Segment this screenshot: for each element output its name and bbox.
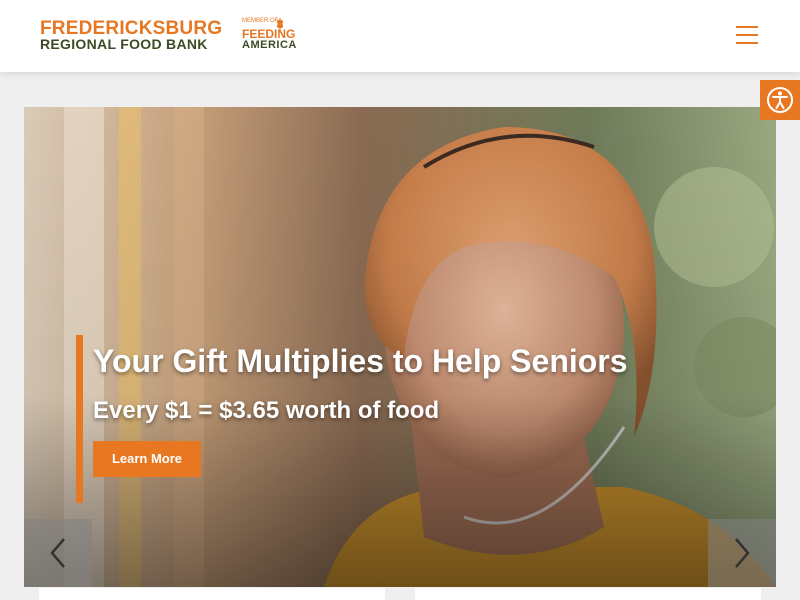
menu-bar	[736, 26, 758, 28]
logo-subtitle[interactable]: REGIONAL FOOD BANK	[40, 36, 208, 52]
hero-subtitle: Every $1 = $3.65 worth of food	[93, 397, 440, 424]
slider-next-button[interactable]	[708, 519, 776, 587]
partner-name-line2: AMERICA	[242, 39, 297, 51]
menu-bar	[736, 42, 758, 44]
feature-card[interactable]	[415, 588, 761, 600]
feature-card[interactable]	[39, 588, 385, 600]
slider-prev-button[interactable]	[24, 519, 92, 587]
learn-more-button[interactable]: Learn More	[93, 441, 201, 477]
feeding-america-logo: MEMBER OF FEEDING AMERICA	[242, 18, 302, 54]
hero-slider: Your Gift Multiplies to Help Seniors Eve…	[24, 107, 776, 587]
accessibility-icon	[767, 87, 793, 113]
chevron-right-icon	[735, 538, 750, 568]
menu-bar	[736, 34, 758, 36]
hamburger-menu-icon[interactable]	[736, 26, 762, 46]
partner-prefix: MEMBER OF	[242, 18, 279, 24]
hero-title: Your Gift Multiplies to Help Seniors	[93, 343, 628, 379]
accessibility-button[interactable]	[760, 80, 800, 120]
caption-accent-bar	[76, 335, 83, 503]
site-header: FREDERICKSBURG REGIONAL FOOD BANK MEMBER…	[0, 0, 800, 72]
chevron-left-icon	[50, 538, 65, 568]
